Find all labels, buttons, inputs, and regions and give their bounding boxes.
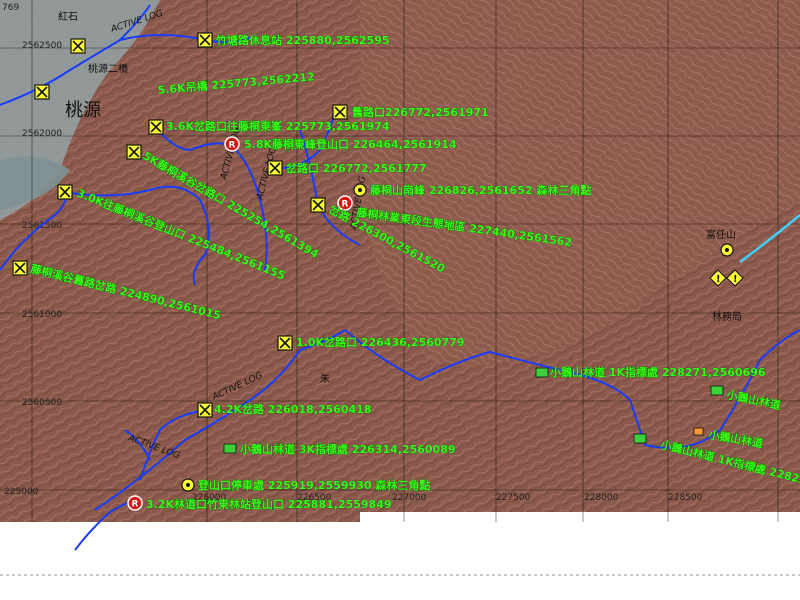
place-taoyuan-bridge: 桃源二橋 (88, 62, 128, 75)
rest-marker-1[interactable]: R (224, 136, 240, 152)
mileage-marker-2[interactable] (535, 367, 549, 378)
waypoint-marker-5[interactable] (126, 144, 142, 160)
wp-label-ridge: 5.8K藤桐東峰登山口 226464,2561914 (244, 137, 457, 151)
rest-marker-3[interactable]: R (127, 495, 143, 511)
wp-label-start: 3.2K林道口竹東林站登山口 225881,2559849 (146, 497, 392, 511)
place-hongshi: 紅石 (58, 11, 78, 23)
place-zhu: 朱 (320, 373, 330, 385)
svg-text:R: R (229, 141, 236, 151)
waypoint-marker-10[interactable] (12, 260, 28, 276)
grid-label-x-227000: 227000 (392, 493, 427, 503)
wp-label-forest-road: 小鵝山林道 3K指標處 226314,2560089 (239, 442, 456, 456)
wp-label-triangle: 藤桐山南峰 226826,2561652 森林三角點 (370, 183, 591, 197)
blank-bottom (0, 522, 800, 600)
mileage-marker-1[interactable] (223, 443, 237, 454)
waypoint-marker-4[interactable] (148, 119, 164, 135)
topographic-map[interactable]: 2562500 2562000 2561500 2561000 2560500 … (0, 0, 800, 600)
map-svg[interactable]: 2562500 2562000 2561500 2561000 2560500 … (0, 0, 800, 600)
wp-label-pass: 1.0K岔路口 226436,2560779 (296, 335, 465, 349)
wp-label-junction: 舊路口226772,2561971 (352, 105, 489, 119)
grid-label-y-2562000: 2562000 (22, 129, 62, 139)
trig-marker-2[interactable] (181, 478, 195, 492)
grid-label-x-227500: 227500 (496, 493, 531, 503)
place-forest-station: 林務局 (712, 310, 742, 323)
waypoint-marker-6[interactable] (332, 104, 348, 120)
grid-label-x-228000: 228000 (584, 493, 619, 503)
mileage-marker-5[interactable] (693, 427, 704, 436)
wp-label-forest-road2: 小鵝山林道 1K指標處 228271,2560696 (549, 365, 766, 379)
trig-marker-1[interactable] (353, 183, 367, 197)
svg-text:!: ! (716, 274, 721, 285)
svg-text:R: R (132, 500, 139, 510)
waypoint-marker-2[interactable] (197, 32, 213, 48)
place-fuyuan: 富任山 (706, 228, 736, 241)
waypoint-marker-3[interactable] (34, 84, 50, 100)
mileage-marker-3[interactable] (710, 385, 724, 396)
wp-label-4k: 4.2K岔路 226018,2560418 (214, 402, 372, 416)
waypoint-marker-9[interactable] (310, 197, 326, 213)
waypoint-marker-12[interactable] (197, 402, 213, 418)
grid-label-y-2561000: 2561000 (22, 310, 62, 320)
trig-marker-3[interactable] (720, 243, 734, 257)
grid-label-x-225000: 225000 (4, 487, 39, 497)
grid-label-x-228500: 228500 (668, 493, 703, 503)
grid-label-corner: 769 (2, 3, 19, 13)
waypoint-marker-8[interactable] (57, 184, 73, 200)
svg-text:!: ! (733, 274, 738, 285)
wp-label-gate: 登山口停車處 225919,2559930 森林三角點 (197, 478, 430, 492)
mileage-marker-4[interactable] (633, 433, 647, 444)
wp-label-trail: 岔路口 226772,2561777 (286, 161, 427, 175)
waypoint-marker-7[interactable] (267, 160, 283, 176)
waypoint-marker-1[interactable] (70, 38, 86, 54)
wp-label-top: 竹塘路休息站 225880,2562595 (215, 33, 390, 47)
place-taoyuan: 桃源 (65, 100, 101, 121)
wp-label-3k: 3.6K岔路口往藤桐東峯 225773,2561974 (166, 119, 390, 133)
waypoint-marker-11[interactable] (277, 335, 293, 351)
grid-label-y-2562500: 2562500 (22, 41, 62, 51)
grid-label-y-2560500: 2560500 (22, 398, 62, 408)
